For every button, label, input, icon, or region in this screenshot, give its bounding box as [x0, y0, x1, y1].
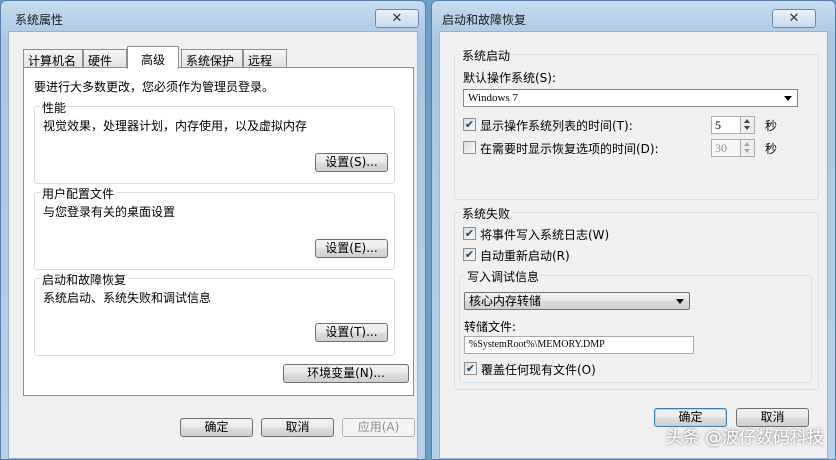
startup-recovery-settings-button[interactable]: 设置(T)... [315, 323, 388, 342]
client-area: 计算机名 硬件 高级 系统保护 远程 要进行大多数更改，您必须作为管理员登录。 … [8, 31, 418, 459]
default-os-select[interactable]: Windows 7 [463, 89, 798, 107]
admin-note: 要进行大多数更改，您必须作为管理员登录。 [34, 80, 275, 94]
spin-up-icon [744, 119, 750, 123]
close-button[interactable]: ✕ [375, 9, 419, 28]
write-event-checkbox[interactable]: ✔ [463, 227, 476, 240]
show-recovery-checkbox[interactable] [463, 141, 476, 154]
debug-type-select[interactable]: 核心内存转储 [464, 292, 690, 310]
watermark: 头条 @波仔数码科技 [665, 428, 824, 448]
tab-remote[interactable]: 远程 [243, 49, 287, 68]
show-list-time-stepper[interactable]: 5 [711, 116, 755, 134]
user-profiles-label: 用户配置文件 [40, 185, 117, 202]
ok-button[interactable]: 确定 [180, 418, 253, 437]
dropdown-arrow-icon [676, 299, 684, 304]
tab-hardware[interactable]: 硬件 [83, 49, 127, 68]
system-failure-label: 系统失败 [460, 205, 513, 222]
default-os-label: 默认操作系统(S): [463, 71, 557, 85]
dump-file-label: 转储文件: [464, 320, 517, 334]
spin-arrows[interactable] [740, 140, 754, 156]
startup-recovery-group: 启动和故障恢复 系统启动、系统失败和调试信息 设置(T)... [34, 271, 395, 356]
performance-label: 性能 [40, 99, 69, 116]
window-title: 系统属性 [15, 13, 64, 27]
cancel-button[interactable]: 取消 [261, 418, 334, 437]
spin-down-icon [744, 126, 750, 130]
window-title: 启动和故障恢复 [442, 13, 527, 27]
debug-info-label: 写入调试信息 [465, 268, 542, 285]
apply-button[interactable]: 应用(A) [342, 418, 415, 437]
show-recovery-time-value: 30 [715, 141, 727, 155]
spin-down-icon [744, 149, 750, 153]
show-list-checkbox[interactable]: ✔ [463, 118, 476, 131]
auto-restart-label: 自动重新启动(R) [480, 249, 570, 263]
close-icon: ✕ [391, 11, 403, 26]
system-properties-window: 系统属性 ✕ 计算机名 硬件 高级 系统保护 远程 要进行大多数更改，您必须作为… [0, 0, 426, 460]
show-recovery-label: 在需要时显示恢复选项的时间(D): [480, 142, 659, 156]
user-profiles-description: 与您登录有关的桌面设置 [43, 205, 176, 219]
show-list-time-value: 5 [715, 118, 721, 132]
seconds-unit: 秒 [765, 119, 778, 133]
user-profiles-group: 用户配置文件 与您登录有关的桌面设置 设置(E)... [34, 185, 395, 270]
spin-up-icon [744, 142, 750, 146]
system-startup-group: 系统启动 默认操作系统(S): Windows 7 ✔ 显示操作系统列表的时间(… [454, 47, 819, 200]
overwrite-label: 覆盖任何现有文件(O) [481, 363, 596, 377]
performance-settings-button[interactable]: 设置(S)... [315, 153, 388, 172]
title-bar[interactable]: 启动和故障恢复 ✕ [432, 1, 835, 31]
client-area: 系统启动 默认操作系统(S): Windows 7 ✔ 显示操作系统列表的时间(… [439, 31, 828, 459]
show-list-label: 显示操作系统列表的时间(T): [480, 119, 633, 133]
system-startup-label: 系统启动 [460, 47, 513, 64]
startup-recovery-description: 系统启动、系统失败和调试信息 [43, 291, 212, 305]
debug-info-group: 写入调试信息 核心内存转储 转储文件: %SystemRoot%\MEMORY.… [459, 268, 812, 383]
performance-description: 视觉效果，处理器计划，内存使用，以及虚拟内存 [43, 119, 308, 133]
seconds-unit: 秒 [765, 142, 778, 156]
environment-variables-button[interactable]: 环境变量(N)... [283, 364, 409, 383]
advanced-tab-panel: 要进行大多数更改，您必须作为管理员登录。 性能 视觉效果，处理器计划，内存使用，… [23, 67, 414, 396]
startup-recovery-label: 启动和故障恢复 [40, 271, 129, 288]
checkmark-icon: ✔ [464, 248, 475, 261]
checkmark-icon: ✔ [465, 362, 476, 375]
tab-advanced[interactable]: 高级 [127, 46, 179, 69]
auto-restart-checkbox[interactable]: ✔ [463, 248, 476, 261]
checkmark-icon: ✔ [464, 227, 475, 240]
title-bar[interactable]: 系统属性 ✕ [1, 1, 425, 31]
overwrite-checkbox[interactable]: ✔ [464, 362, 477, 375]
dump-file-input[interactable]: %SystemRoot%\MEMORY.DMP [464, 336, 694, 354]
show-recovery-time-stepper[interactable]: 30 [711, 139, 755, 157]
checkmark-icon: ✔ [464, 118, 475, 131]
spin-arrows[interactable] [740, 117, 754, 133]
tab-computer-name[interactable]: 计算机名 [23, 49, 83, 68]
performance-group: 性能 视觉效果，处理器计划，内存使用，以及虚拟内存 设置(S)... [34, 99, 395, 184]
system-failure-group: 系统失败 ✔ 将事件写入系统日志(W) ✔ 自动重新启动(R) 写入调试信息 核… [454, 205, 819, 390]
close-icon: ✕ [788, 11, 800, 26]
default-os-value: Windows 7 [468, 92, 518, 104]
user-profiles-settings-button[interactable]: 设置(E)... [315, 239, 388, 258]
dump-file-value: %SystemRoot%\MEMORY.DMP [469, 339, 605, 350]
tab-system-protection[interactable]: 系统保护 [181, 49, 243, 68]
debug-type-value: 核心内存转储 [469, 294, 542, 308]
write-event-label: 将事件写入系统日志(W) [480, 228, 610, 242]
startup-recovery-window: 启动和故障恢复 ✕ 系统启动 默认操作系统(S): Windows 7 ✔ 显示… [431, 0, 836, 460]
dropdown-arrow-icon [784, 96, 792, 101]
close-button[interactable]: ✕ [772, 9, 816, 28]
